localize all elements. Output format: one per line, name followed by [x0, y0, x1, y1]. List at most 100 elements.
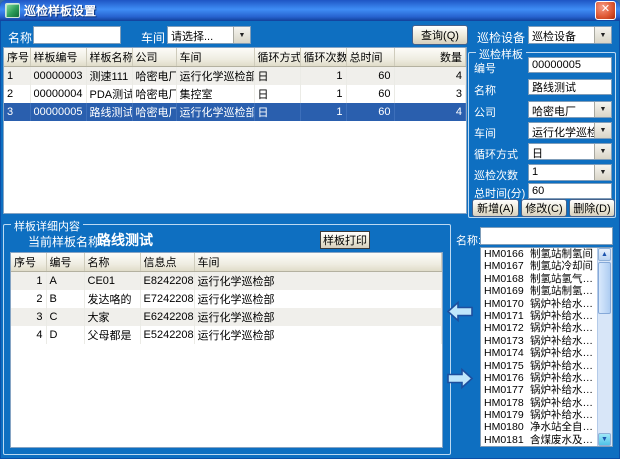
chevron-down-icon[interactable]: ▼ — [594, 102, 611, 117]
cell-workshop: 运行化学巡检部 — [194, 290, 442, 308]
cell-name: 路线测试 — [86, 103, 132, 121]
column-header[interactable]: 序号 — [4, 48, 30, 67]
close-icon[interactable]: ✕ — [595, 1, 616, 20]
column-header[interactable]: 数量 — [394, 48, 466, 67]
point-name: 净水站全自动... — [530, 421, 598, 433]
point-list-item[interactable]: HM0171 锅炉补给水水... — [481, 310, 598, 322]
point-list-item[interactable]: HM0172 锅炉补给水一... — [481, 322, 598, 334]
detail-row[interactable]: 4 D 父母都是 E5242208 运行化学巡检部 — [11, 326, 442, 344]
column-header[interactable]: 循环次数 — [300, 48, 346, 67]
device-dropdown[interactable]: 巡检设备 ▼ — [528, 26, 612, 44]
point-name: 锅炉补给水水... — [530, 310, 598, 322]
cell-name: 发达咯的 — [84, 290, 140, 308]
point-list-item[interactable]: HM0177 锅炉补给水酸... — [481, 384, 598, 396]
points-scrollbar[interactable]: ▲ ▼ — [597, 248, 612, 446]
point-code: HM0169 — [484, 285, 530, 297]
point-list-item[interactable]: HM0181 含煤废水及生... — [481, 434, 598, 446]
name-field[interactable] — [528, 79, 612, 95]
table-row[interactable]: 3 00000005 路线测试 哈密电厂 运行化学巡检部 日 1 60 4 — [4, 103, 466, 121]
move-left-arrow-icon[interactable] — [446, 299, 474, 324]
point-list-item[interactable]: HM0174 锅炉补给水一... — [481, 347, 598, 359]
cell-code: C — [46, 308, 84, 326]
cell-point: E7242208 — [140, 290, 194, 308]
column-header[interactable]: 总时间 — [346, 48, 394, 67]
point-list-item[interactable]: HM0173 锅炉补给水一... — [481, 335, 598, 347]
column-header[interactable]: 样板编号 — [30, 48, 86, 67]
add-button[interactable]: 新增(A) — [472, 199, 519, 217]
point-code: HM0170 — [484, 298, 530, 310]
times-value: 1 — [529, 165, 594, 180]
point-list-item[interactable]: HM0175 锅炉补给水水... — [481, 360, 598, 372]
point-list-item[interactable]: HM0170 锅炉补给水400... — [481, 298, 598, 310]
modify-button[interactable]: 修改(C) — [521, 199, 567, 217]
cycle-value: 日 — [529, 144, 594, 159]
point-code: HM0181 — [484, 434, 530, 446]
code-field-label: 编号 — [474, 60, 496, 76]
point-list-item[interactable]: HM0167 制氢站冷却间 — [481, 260, 598, 272]
column-header[interactable]: 序号 — [11, 253, 46, 272]
point-list-item[interactable]: HM0178 锅炉补给水反... — [481, 397, 598, 409]
chevron-down-icon[interactable]: ▼ — [594, 144, 611, 159]
workshop-filter-label: 车间 — [141, 29, 165, 46]
cell-seq: 2 — [11, 290, 46, 308]
column-header[interactable]: 样板名称 — [86, 48, 132, 67]
detail-row[interactable]: 1 A CE01 E8242208 运行化学巡检部 — [11, 272, 442, 291]
cell-workshop: 运行化学巡检部 — [176, 67, 254, 86]
query-button[interactable]: 查询(Q) — [412, 25, 468, 45]
detail-row[interactable]: 2 B 发达咯的 E7242208 运行化学巡检部 — [11, 290, 442, 308]
point-list-item[interactable]: HM0168 制氢站氢气储... — [481, 273, 598, 285]
points-filter-input[interactable] — [480, 227, 613, 245]
point-list-item[interactable]: HM0166 制氢站制氢间 — [481, 248, 598, 260]
times-dropdown[interactable]: 1 ▼ — [528, 164, 612, 181]
company-dropdown[interactable]: 哈密电厂 ▼ — [528, 101, 612, 118]
points-list: HM0166 制氢站制氢间 HM0167 制氢站冷却间 HM0168 制氢站氢气… — [481, 248, 598, 446]
table-row[interactable]: 2 00000004 PDA测试 哈密电厂 集控室 日 1 60 3 — [4, 85, 466, 103]
scroll-up-icon[interactable]: ▲ — [598, 248, 611, 261]
column-header[interactable]: 循环方式 — [254, 48, 300, 67]
cell-workshop: 运行化学巡检部 — [176, 103, 254, 121]
column-header[interactable]: 编号 — [46, 253, 84, 272]
chevron-down-icon[interactable]: ▼ — [233, 27, 250, 43]
chevron-down-icon[interactable]: ▼ — [594, 165, 611, 180]
point-list-item[interactable]: HM0179 锅炉补给水超滤 — [481, 409, 598, 421]
cycle-dropdown[interactable]: 日 ▼ — [528, 143, 612, 160]
column-header[interactable]: 信息点 — [140, 253, 194, 272]
column-header[interactable]: 名称 — [84, 253, 140, 272]
device-label: 巡检设备 — [477, 29, 525, 46]
workshop-filter-dropdown[interactable]: 请选择... ▼ — [167, 26, 251, 44]
point-code: HM0167 — [484, 260, 530, 272]
point-code: HM0178 — [484, 397, 530, 409]
point-list-item[interactable]: HM0176 锅炉补给水酸... — [481, 372, 598, 384]
detail-group-label: 样板详细内容 — [11, 218, 83, 234]
cell-point: E5242208 — [140, 326, 194, 344]
app-icon — [5, 3, 20, 18]
point-list-item[interactable]: HM0180 净水站全自动... — [481, 421, 598, 433]
scroll-down-icon[interactable]: ▼ — [598, 433, 611, 446]
move-right-arrow-icon[interactable] — [446, 366, 474, 391]
name-filter-input[interactable] — [33, 26, 121, 44]
cell-company: 哈密电厂 — [132, 103, 176, 121]
minutes-field[interactable] — [528, 183, 612, 199]
scrollbar-thumb[interactable] — [598, 262, 611, 314]
point-code: HM0166 — [484, 248, 530, 260]
cell-seq: 2 — [4, 85, 30, 103]
chevron-down-icon[interactable]: ▼ — [594, 123, 611, 138]
cell-times: 1 — [300, 103, 346, 121]
point-name: 制氢站氢气储... — [530, 273, 598, 285]
code-field[interactable] — [528, 57, 612, 73]
chevron-down-icon[interactable]: ▼ — [594, 27, 611, 43]
cell-minutes: 60 — [346, 103, 394, 121]
point-list-item[interactable]: HM0169 制氢站制氢站M... — [481, 285, 598, 297]
title-bar[interactable]: 巡检样板设置 ✕ — [0, 0, 620, 21]
template-table-header: 序号 样板编号 样板名称 公司 车间 循环方式 循环次数 总时间 数量 — [4, 48, 466, 67]
point-code: HM0175 — [484, 360, 530, 372]
column-header[interactable]: 公司 — [132, 48, 176, 67]
table-row[interactable]: 1 00000003 测速111 哈密电厂 运行化学巡检部 日 1 60 4 — [4, 67, 466, 86]
workshop-dropdown[interactable]: 运行化学巡检部 ▼ — [528, 122, 612, 139]
delete-button[interactable]: 删除(D) — [569, 199, 615, 217]
cell-name: 大家 — [84, 308, 140, 326]
column-header[interactable]: 车间 — [176, 48, 254, 67]
detail-row[interactable]: 3 C 大家 E6242208 运行化学巡检部 — [11, 308, 442, 326]
column-header[interactable]: 车间 — [194, 253, 442, 272]
print-button[interactable]: 样板打印 — [320, 231, 370, 249]
